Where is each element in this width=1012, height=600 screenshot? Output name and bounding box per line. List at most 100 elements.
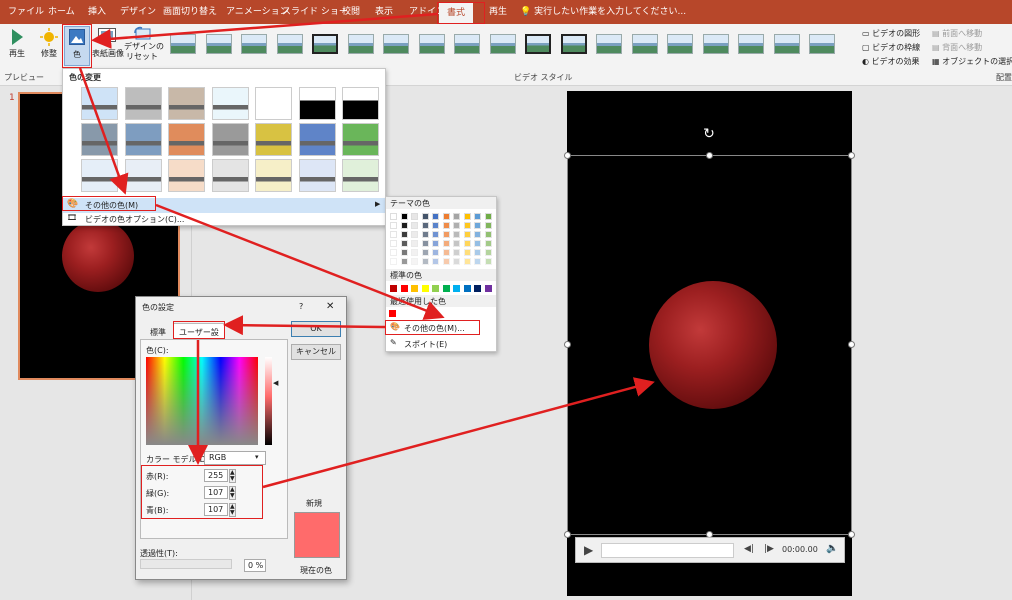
theme-color-swatch[interactable] <box>411 231 418 238</box>
step-forward-icon[interactable]: |▶ <box>764 544 774 554</box>
ok-button[interactable]: OK <box>291 321 341 337</box>
video-style-thumbnail[interactable] <box>667 34 693 54</box>
standard-color-swatch[interactable] <box>463 285 471 292</box>
theme-color-swatch[interactable] <box>421 222 429 229</box>
play-icon[interactable]: ▶ <box>584 543 593 557</box>
tab-review[interactable]: 校閲 <box>342 0 360 24</box>
standard-color-swatch[interactable] <box>484 285 492 292</box>
theme-color-swatch[interactable] <box>442 222 450 229</box>
resize-handle[interactable] <box>848 531 855 538</box>
recolor-swatch[interactable] <box>124 159 162 192</box>
video-style-thumbnail[interactable] <box>276 34 303 54</box>
theme-color-swatch[interactable] <box>400 249 408 256</box>
transparency-slider[interactable] <box>140 559 232 569</box>
recent-color-swatch[interactable] <box>389 310 396 317</box>
theme-color-swatch[interactable] <box>390 258 397 265</box>
theme-color-swatch[interactable] <box>453 231 460 238</box>
video-style-thumbnail[interactable] <box>596 34 622 54</box>
play-button[interactable]: 再生 <box>4 28 30 59</box>
theme-color-swatch[interactable] <box>432 258 439 265</box>
theme-color-swatch[interactable] <box>421 240 429 247</box>
video-style-thumbnail[interactable] <box>241 34 267 54</box>
theme-color-swatch[interactable] <box>421 249 429 256</box>
video-style-thumbnail[interactable] <box>773 34 800 54</box>
theme-color-swatch[interactable] <box>463 258 471 265</box>
standard-color-swatch[interactable] <box>442 285 450 292</box>
theme-color-swatch[interactable] <box>400 240 408 247</box>
theme-color-swatch[interactable] <box>484 222 492 229</box>
tab-standard[interactable]: 標準 <box>150 327 166 338</box>
video-color-options-item[interactable]: 🎞 ビデオの色オプション(C)... <box>63 213 385 226</box>
help-button[interactable]: ? <box>299 302 303 311</box>
tab-insert[interactable]: 挿入 <box>88 0 106 24</box>
theme-color-swatch[interactable] <box>442 249 450 256</box>
color-model-select[interactable]: RGB ▾ <box>204 451 266 465</box>
theme-color-swatch[interactable] <box>421 231 429 238</box>
theme-color-swatch[interactable] <box>463 213 471 220</box>
theme-color-swatch[interactable] <box>463 222 471 229</box>
tab-design[interactable]: デザイン <box>120 0 156 24</box>
recolor-swatch[interactable] <box>342 123 379 156</box>
theme-color-swatch[interactable] <box>390 249 397 256</box>
theme-color-swatch[interactable] <box>432 231 439 238</box>
theme-color-swatch[interactable] <box>442 213 450 220</box>
theme-color-swatch[interactable] <box>474 222 481 229</box>
theme-color-swatch[interactable] <box>453 240 460 247</box>
theme-color-swatch[interactable] <box>421 213 429 220</box>
theme-color-swatch[interactable] <box>411 222 418 229</box>
recolor-swatch[interactable] <box>342 87 379 120</box>
recolor-swatch[interactable] <box>81 159 118 192</box>
tab-slideshow[interactable]: スライド ショー <box>282 0 348 24</box>
tab-transitions[interactable]: 画面切り替え <box>163 0 217 24</box>
reset-design-button[interactable]: デザインの リセット <box>124 26 164 62</box>
video-effects-button[interactable]: ◐ ビデオの効果 <box>862 56 920 67</box>
standard-color-swatch[interactable] <box>474 285 481 292</box>
transparency-input[interactable]: 0 % <box>244 559 266 572</box>
recolor-swatch[interactable] <box>298 159 336 192</box>
bring-forward-button[interactable]: ▤ 前面へ移動 <box>932 28 982 39</box>
theme-color-swatch[interactable] <box>432 240 439 247</box>
video-style-thumbnail[interactable] <box>525 34 551 54</box>
rotate-icon[interactable]: ↻ <box>701 126 717 142</box>
recolor-swatch[interactable] <box>255 87 292 120</box>
resize-handle[interactable] <box>564 152 571 159</box>
video-style-thumbnail[interactable] <box>702 34 729 54</box>
theme-color-swatch[interactable] <box>484 240 492 247</box>
standard-color-swatch[interactable] <box>390 285 397 292</box>
recolor-swatch[interactable] <box>298 87 336 120</box>
theme-color-swatch[interactable] <box>442 231 450 238</box>
video-shape-button[interactable]: ▭ ビデオの図形 <box>862 28 920 39</box>
theme-color-swatch[interactable] <box>463 231 471 238</box>
video-style-thumbnail[interactable] <box>631 34 658 54</box>
resize-handle[interactable] <box>564 531 571 538</box>
theme-color-swatch[interactable] <box>474 258 481 265</box>
video-style-thumbnail[interactable] <box>489 34 516 54</box>
tell-me-search[interactable]: 💡 実行したい作業を入力してください... <box>520 0 686 24</box>
close-button[interactable]: ✕ <box>326 301 334 312</box>
theme-color-swatch[interactable] <box>474 213 481 220</box>
cancel-button[interactable]: キャンセル <box>291 344 341 360</box>
seek-bar[interactable] <box>601 543 734 558</box>
recolor-swatch[interactable] <box>211 159 249 192</box>
video-style-thumbnail[interactable] <box>454 34 480 54</box>
resize-handle[interactable] <box>848 152 855 159</box>
standard-color-swatch[interactable] <box>400 285 408 292</box>
adjust-button[interactable]: 修整 <box>36 28 62 59</box>
theme-color-swatch[interactable] <box>463 240 471 247</box>
luminance-slider[interactable] <box>265 357 272 445</box>
tab-home[interactable]: ホーム <box>48 0 75 24</box>
selection-pane-button[interactable]: ▦ オブジェクトの選択と表示 <box>932 56 1012 67</box>
tab-animations[interactable]: アニメーション <box>226 0 289 24</box>
theme-color-swatch[interactable] <box>390 222 397 229</box>
recolor-swatch[interactable] <box>81 87 118 120</box>
video-style-thumbnail[interactable] <box>170 34 196 54</box>
tab-file[interactable]: ファイル <box>8 0 44 24</box>
theme-color-swatch[interactable] <box>411 213 418 220</box>
recolor-swatch[interactable] <box>124 87 162 120</box>
recolor-swatch[interactable] <box>168 123 205 156</box>
theme-color-swatch[interactable] <box>400 213 408 220</box>
tab-playback[interactable]: 再生 <box>489 0 507 24</box>
theme-color-swatch[interactable] <box>474 240 481 247</box>
theme-color-swatch[interactable] <box>484 258 492 265</box>
standard-color-swatch[interactable] <box>421 285 429 292</box>
